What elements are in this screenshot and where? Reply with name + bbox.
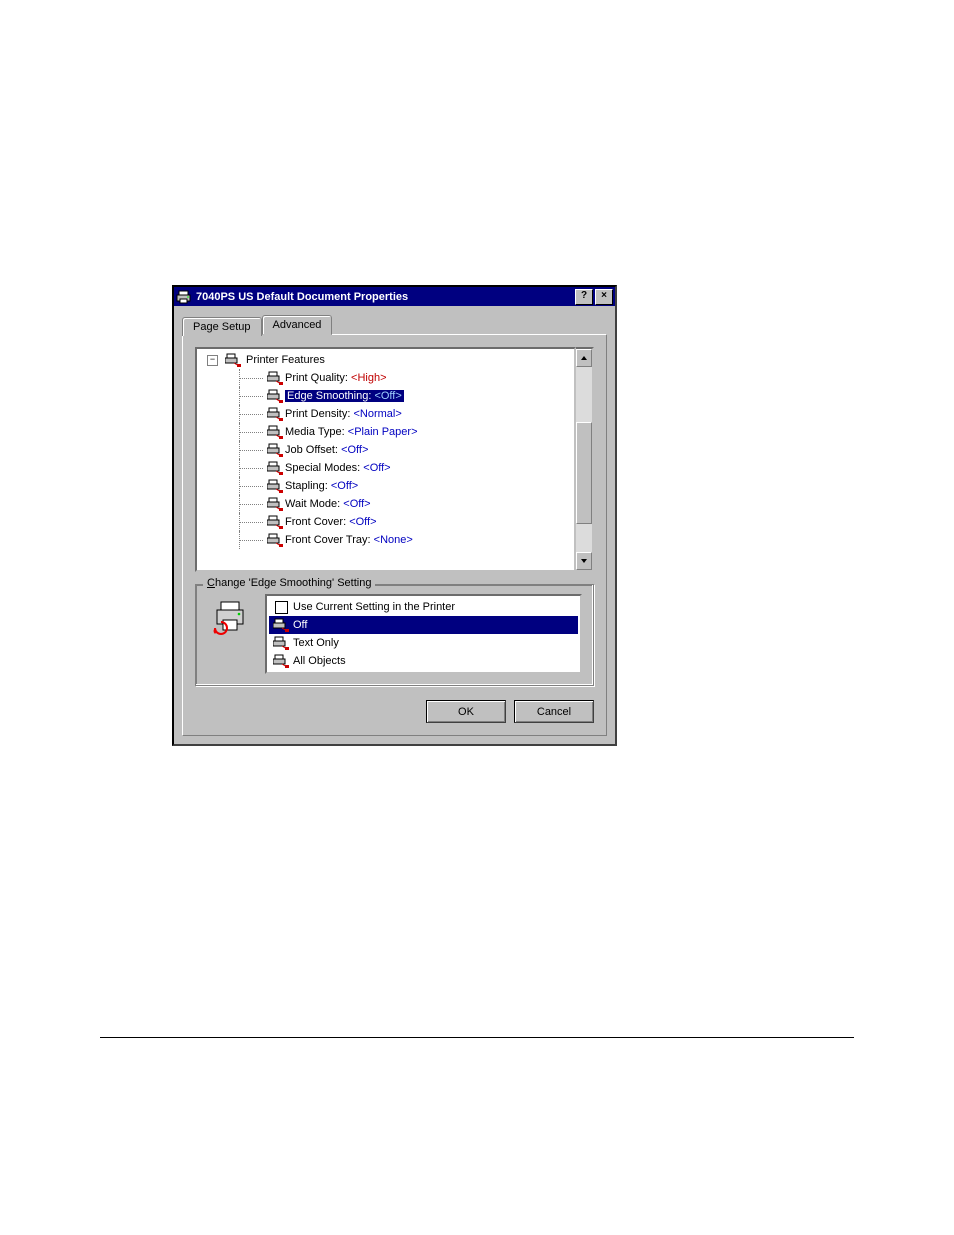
printer-icon: [176, 289, 192, 305]
tree-item-label: Wait Mode: <Off>: [285, 498, 371, 510]
tree-item[interactable]: Media Type: <Plain Paper>: [267, 423, 572, 441]
setting-option[interactable]: Text Only: [269, 634, 578, 652]
tree-item[interactable]: Wait Mode: <Off>: [267, 495, 572, 513]
tree-item[interactable]: Print Quality: <High>: [267, 369, 572, 387]
ok-button[interactable]: OK: [426, 700, 506, 723]
tree-root-label: Printer Features: [246, 354, 325, 366]
scroll-up-button[interactable]: [576, 349, 592, 367]
feature-icon: [273, 654, 289, 668]
tree-scrollbar[interactable]: [576, 347, 594, 572]
feature-icon: [267, 479, 283, 493]
tree-item-label: Front Cover Tray: <None>: [285, 534, 413, 546]
features-tree[interactable]: − Printer Features: [195, 347, 576, 572]
change-setting-group: Change 'Edge Smoothing' Setting: [195, 584, 594, 686]
feature-icon: [267, 425, 283, 439]
feature-icon: [273, 636, 289, 650]
setting-option-label: Text Only: [293, 637, 339, 649]
feature-icon: [267, 389, 283, 403]
tab-panel-advanced: − Printer Features: [182, 334, 607, 736]
setting-option-list[interactable]: Use Current Setting in the Printer Off Tex…: [265, 594, 582, 674]
tree-item[interactable]: Edge Smoothing: <Off>: [267, 387, 572, 405]
tree-item-label: Job Offset: <Off>: [285, 444, 368, 456]
tree-item-label: Print Quality: <High>: [285, 372, 387, 384]
setting-option-label: All Objects: [293, 655, 346, 667]
page-rule: [100, 1037, 854, 1038]
feature-icon: [225, 353, 241, 367]
close-button[interactable]: ×: [595, 289, 613, 305]
tree-item[interactable]: Front Cover: <Off>: [267, 513, 572, 531]
scroll-track[interactable]: [576, 367, 592, 552]
tree-item-label: Edge Smoothing: <Off>: [285, 390, 404, 402]
properties-dialog: 7040PS US Default Document Properties ? …: [172, 285, 617, 746]
tab-advanced[interactable]: Advanced: [262, 315, 333, 335]
tree-item-label: Print Density: <Normal>: [285, 408, 402, 420]
feature-icon: [273, 618, 289, 632]
expander-icon[interactable]: −: [207, 355, 218, 366]
setting-option-label: Use Current Setting in the Printer: [293, 601, 455, 613]
setting-option[interactable]: Use Current Setting in the Printer: [269, 598, 578, 616]
tree-item-label: Front Cover: <Off>: [285, 516, 377, 528]
scroll-down-button[interactable]: [576, 552, 592, 570]
feature-icon: [267, 497, 283, 511]
tree-root-row[interactable]: − Printer Features: [203, 353, 572, 367]
printer-large-icon: [211, 598, 251, 638]
help-button[interactable]: ?: [575, 289, 593, 305]
tree-item[interactable]: Special Modes: <Off>: [267, 459, 572, 477]
tree-item[interactable]: Print Density: <Normal>: [267, 405, 572, 423]
feature-icon: [267, 443, 283, 457]
dialog-client: Page Setup Advanced −: [174, 306, 615, 744]
feature-icon: [267, 533, 283, 547]
setting-option[interactable]: Off: [269, 616, 578, 634]
scroll-thumb[interactable]: [576, 422, 592, 524]
setting-option[interactable]: All Objects: [269, 652, 578, 670]
tree-item[interactable]: Job Offset: <Off>: [267, 441, 572, 459]
cancel-button[interactable]: Cancel: [514, 700, 594, 723]
tree-item[interactable]: Front Cover Tray: <None>: [267, 531, 572, 549]
tabs: Page Setup Advanced: [182, 312, 607, 334]
dialog-title: 7040PS US Default Document Properties: [196, 291, 573, 303]
checkbox-empty-icon: [273, 600, 289, 614]
feature-icon: [267, 371, 283, 385]
titlebar[interactable]: 7040PS US Default Document Properties ? …: [174, 287, 615, 306]
tree-item[interactable]: Stapling: <Off>: [267, 477, 572, 495]
feature-icon: [267, 515, 283, 529]
tab-page-setup[interactable]: Page Setup: [182, 317, 262, 336]
tree-item-label: Special Modes: <Off>: [285, 462, 391, 474]
features-tree-container: − Printer Features: [195, 347, 594, 572]
setting-option-label: Off: [293, 619, 307, 631]
group-legend: Change 'Edge Smoothing' Setting: [203, 577, 375, 589]
tree-item-label: Stapling: <Off>: [285, 480, 358, 492]
tree-item-label: Media Type: <Plain Paper>: [285, 426, 418, 438]
dialog-buttons: OK Cancel: [195, 700, 594, 723]
feature-icon: [267, 407, 283, 421]
feature-icon: [267, 461, 283, 475]
